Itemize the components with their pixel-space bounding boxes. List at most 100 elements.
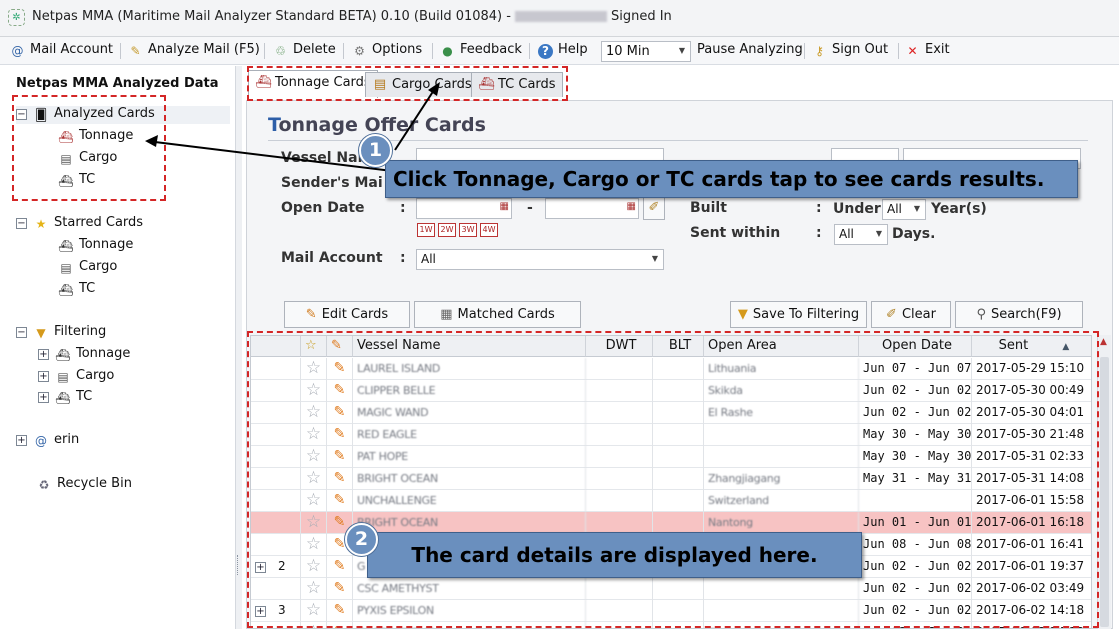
sign-out-button[interactable]: ⚷ Sign Out [812,42,888,61]
pencil-icon[interactable]: ✎ [327,402,353,424]
open-date-from-input[interactable]: ▦ [416,198,512,219]
expand-icon[interactable]: + [16,435,27,446]
pencil-icon[interactable]: ✎ [327,578,353,600]
star-icon[interactable]: ☆ [301,402,327,424]
star-icon[interactable]: ☆ [301,424,327,446]
star-icon[interactable]: ☆ [301,380,327,402]
star-icon[interactable]: ☆ [301,358,327,380]
star-icon[interactable]: ☆ [301,468,327,490]
expand-icon[interactable]: + [255,606,266,617]
column-header-open-date[interactable]: Open Date [859,336,972,357]
expand-icon[interactable]: + [38,392,49,403]
star-icon[interactable]: ☆ [301,512,327,534]
search-button[interactable]: ⚲ Search(F9) [955,301,1083,328]
grid-header-edit[interactable]: ✎ [327,336,353,357]
pencil-icon[interactable]: ✎ [327,600,353,622]
expand-icon[interactable]: + [38,349,49,360]
star-icon[interactable]: ☆ [301,556,327,578]
calendar-icon[interactable]: ▦ [500,201,509,212]
star-icon[interactable]: ☆ [301,534,327,556]
tree-item-analyzed-tonnage[interactable]: ⛴ Tonnage [58,128,133,146]
table-row[interactable]: ☆ ✎ BRIGHT OCEAN Nantong Jun 01 - Jun 01 2017… [251,512,1091,534]
table-row[interactable]: ☆ ✎ UNCHALLENGE Switzerland 2017-06-01 15:58 [251,490,1091,512]
pencil-icon[interactable]: ✎ [327,446,353,468]
table-row[interactable]: ☆ ✎ LAUREL ISLAND Lithuania Jun 07 - Jun 07 2… [251,358,1091,380]
tree-node-recycle-bin[interactable]: ♻ Recycle Bin [36,476,132,494]
collapse-icon[interactable]: − [16,327,27,338]
table-row[interactable]: +3 ☆ ✎ PYXIS EPSILON Jun 02 - Jun 02 2017-06-… [251,600,1091,622]
expand-icon[interactable]: + [255,562,266,573]
table-row[interactable]: ☆ ✎ BRIGHT OCEAN Zhangjiagang May 31 - May 3… [251,468,1091,490]
star-icon[interactable]: ☆ [301,622,327,628]
column-header-dwt[interactable]: DWT [586,336,653,357]
splitter-grip[interactable] [237,555,240,575]
help-button[interactable]: ? Help [538,42,588,61]
week-3-button[interactable]: 3W [459,223,477,237]
pencil-icon[interactable]: ✎ [327,380,353,402]
panel-splitter[interactable] [236,66,242,629]
collapse-icon[interactable]: − [16,218,27,229]
tree-item-filtering-tc[interactable]: + ⛴ TC [38,389,92,407]
pause-analyzing-button[interactable]: Pause Analyzing [697,42,803,61]
open-date-to-input[interactable]: ▦ [545,198,639,219]
exit-button[interactable]: ✕ Exit [905,42,949,61]
table-row[interactable]: ☆✎GRACE VIRTUE ChennaiJun 03 - Jun 032017… [251,622,1091,628]
tab-tonnage-cards[interactable]: ⛴ Tonnage Cards [248,70,378,98]
tree-item-analyzed-tc[interactable]: ⛴ TC [58,172,95,190]
column-header-blt[interactable]: BLT [653,336,704,357]
delete-button[interactable]: ♲ Delete [273,42,336,61]
tab-tc-cards[interactable]: ⛴ TC Cards [471,72,563,97]
star-icon[interactable]: ☆ [301,446,327,468]
tab-cargo-cards[interactable]: ▤ Cargo Cards [365,72,479,97]
matched-cards-button[interactable]: ▦ Matched Cards [414,301,581,328]
tree-node-starred-cards[interactable]: − ★ Starred Cards [16,215,143,233]
table-row[interactable]: ☆ ✎ MAGIC WAND El Rashe Jun 02 - Jun 02 2017-… [251,402,1091,424]
tree-node-account[interactable]: + @ erin [16,432,79,450]
expand-icon[interactable]: + [38,371,49,382]
calendar-icon[interactable]: ▦ [627,201,636,212]
column-header-vessel-name[interactable]: Vessel Name [353,336,586,357]
table-row[interactable]: ☆ ✎ CSC AMETHYST Jun 02 - Jun 02 2017-06-02 … [251,578,1091,600]
week-1-button[interactable]: 1W [417,223,435,237]
tree-item-analyzed-cargo[interactable]: ▤ Cargo [58,150,117,168]
edit-cards-button[interactable]: ✎ Edit Cards [284,301,410,328]
pencil-icon[interactable]: ✎ [327,358,353,380]
tree-item-starred-tc[interactable]: ⛴ TC [58,281,95,299]
table-row[interactable]: ☆ ✎ CLIPPER BELLE Skikda Jun 02 - Jun 02 2017… [251,380,1091,402]
pencil-icon[interactable]: ✎ [327,556,353,578]
built-years-select[interactable]: All ▼ [882,199,926,220]
pencil-icon[interactable]: ✎ [327,622,353,628]
pencil-icon[interactable]: ✎ [327,424,353,446]
analyze-interval-select[interactable]: 10 Min ▼ [601,41,691,62]
mail-account-select[interactable]: All ▼ [416,249,664,270]
star-icon[interactable]: ☆ [301,600,327,622]
feedback-button[interactable]: ● Feedback [440,42,522,61]
clear-date-button[interactable]: ✐ [643,197,665,220]
pencil-icon[interactable]: ✎ [327,468,353,490]
options-button[interactable]: ⚙ Options [352,42,422,61]
grid-scrollbar[interactable]: ▲ [1097,335,1111,629]
mail-account-button[interactable]: @ Mail Account [10,42,114,61]
table-row[interactable]: ☆ ✎ PAT HOPE May 30 - May 30 2017-05-31 02:3… [251,446,1091,468]
table-row[interactable]: ☆ ✎ RED EAGLE May 30 - May 30 2017-05-30 21:… [251,424,1091,446]
grid-header-star[interactable]: ☆ [301,336,327,357]
tree-node-filtering[interactable]: − ▼ Filtering [16,324,106,342]
column-header-open-area[interactable]: Open Area [704,336,859,357]
save-to-filtering-button[interactable]: ▼ Save To Filtering [730,301,867,328]
tree-item-starred-tonnage[interactable]: ⛴ Tonnage [58,237,133,255]
tree-item-starred-cargo[interactable]: ▤ Cargo [58,259,117,277]
pencil-icon[interactable]: ✎ [327,490,353,512]
week-2-button[interactable]: 2W [438,223,456,237]
scroll-up-icon[interactable]: ▲ [1100,337,1107,347]
tree-node-analyzed-cards[interactable]: − 🂠 Analyzed Cards [16,106,230,124]
clear-button[interactable]: ✐ Clear [871,301,951,328]
tree-item-filtering-tonnage[interactable]: + ⛴ Tonnage [38,346,130,364]
collapse-icon[interactable]: − [16,109,27,120]
scrollbar-thumb[interactable] [1100,357,1109,627]
tree-item-filtering-cargo[interactable]: + ▤ Cargo [38,368,114,386]
analyze-mail-button[interactable]: ✎ Analyze Mail (F5) [128,42,259,61]
week-4-button[interactable]: 4W [480,223,498,237]
star-icon[interactable]: ☆ [301,578,327,600]
column-header-sent[interactable]: Sent ▲ [972,336,1091,357]
star-icon[interactable]: ☆ [301,490,327,512]
